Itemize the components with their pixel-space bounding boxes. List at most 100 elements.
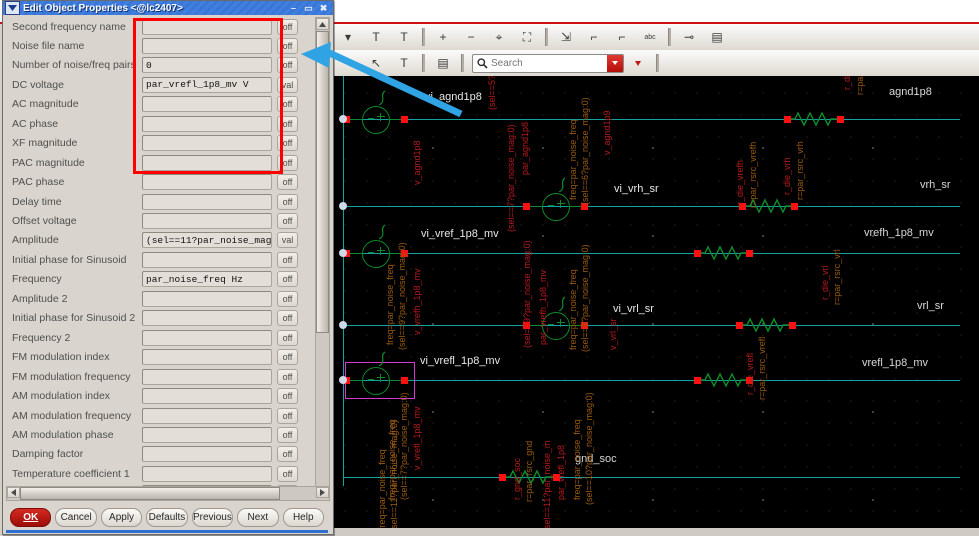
maximize-button[interactable]: ▭ — [302, 2, 315, 14]
property-mode-button[interactable]: off — [277, 388, 298, 405]
net-label: vrh_sr — [920, 179, 951, 191]
property-label: Delay time — [12, 195, 62, 208]
property-label: Number of noise/freq pairs — [12, 59, 136, 72]
pointer-arrow-callout — [301, 42, 463, 118]
voltage-source-symbol[interactable] — [542, 193, 570, 221]
property-row: FM modulation frequency off — [12, 367, 312, 386]
dialog-title-bar[interactable]: Edit Object Properties <@lc2407> – ▭ ✖ — [3, 1, 333, 15]
property-mode-button[interactable]: off — [277, 251, 298, 268]
scroll-up-arrow[interactable] — [316, 18, 329, 30]
search-options-button[interactable] — [625, 51, 651, 75]
property-input[interactable] — [142, 290, 272, 307]
terminal-pin — [791, 203, 798, 210]
ok-button-label: OK — [23, 511, 39, 523]
parameter-annotation: v_agnd1p8 — [412, 140, 422, 185]
property-mode-button[interactable]: off — [277, 426, 298, 443]
hierarchy-descend-button[interactable]: ⇲ — [553, 25, 579, 49]
property-mode-button[interactable]: off — [277, 213, 298, 229]
property-mode-button[interactable]: off — [277, 193, 298, 210]
parameter-annotation: r=par_rsrc_gnd — [524, 440, 534, 502]
property-row: Delay time off — [12, 192, 312, 211]
label-abc-button[interactable]: abc — [637, 25, 663, 49]
properties-icon: ▤ — [711, 30, 723, 44]
scroll-left-arrow[interactable] — [7, 487, 20, 498]
property-input[interactable] — [142, 329, 272, 346]
parameter-annotation: (sel==11?par_noise_mag:0) — [389, 420, 399, 528]
voltage-source-symbol[interactable] — [362, 367, 390, 395]
property-mode-button[interactable]: off — [277, 349, 298, 366]
terminal-pin — [736, 322, 743, 329]
probe-button[interactable]: ⊸ — [676, 25, 702, 49]
window-menu-icon[interactable] — [5, 1, 20, 15]
property-input[interactable] — [142, 388, 272, 405]
form-horizontal-scrollbar[interactable] — [6, 486, 330, 501]
search-input[interactable] — [491, 57, 591, 69]
property-mode-button[interactable]: off — [277, 310, 298, 327]
parameter-annotation: par_vrefl_1p8 — [556, 444, 566, 500]
defaults-button[interactable]: Defaults — [146, 507, 188, 527]
parameter-annotation: (sel==10?par_noise_mag:0) — [584, 392, 594, 505]
property-mode-button[interactable]: off — [277, 465, 298, 482]
schematic-canvas[interactable]: agnd1p8 vrh_sr vrefh_1p8_mv vrl_sr vrefl_1p8… — [330, 76, 979, 528]
return-up-button[interactable]: ⌐ — [581, 25, 607, 49]
property-input[interactable] — [142, 368, 272, 385]
property-label: Noise file name — [12, 39, 85, 52]
property-input[interactable] — [142, 310, 272, 327]
property-mode-button[interactable]: off — [277, 446, 298, 463]
property-label: AC phase — [12, 117, 59, 130]
terminal-pin — [401, 377, 408, 384]
search-dropdown-button[interactable] — [607, 54, 623, 72]
resistor-symbol — [790, 111, 838, 127]
apply-button[interactable]: Apply — [100, 507, 143, 527]
close-button[interactable]: ✖ — [317, 2, 330, 14]
parameter-annotation: par_vrefh_1p8_mv — [538, 269, 548, 345]
dialog-button-bar: OK Cancel Apply Defaults Previous Next H… — [6, 506, 328, 528]
property-label: Initial phase for Sinusoid 2 — [12, 312, 136, 325]
property-input[interactable] — [142, 349, 272, 366]
property-mode-button[interactable]: off — [277, 329, 298, 346]
property-mode-button[interactable]: off — [277, 368, 298, 385]
label-abc-icon: abc — [644, 33, 656, 41]
parameter-annotation: (sel==9?par_noise_mag:0) — [522, 240, 532, 348]
property-mode-button[interactable]: off — [277, 407, 298, 424]
scroll-right-arrow[interactable] — [316, 487, 329, 498]
dialog-focus-underline — [6, 530, 328, 533]
zoom-fit-button[interactable]: ⛶ — [514, 25, 540, 49]
zoom-to-selection-button[interactable]: ⌖ — [486, 25, 512, 49]
property-row: AM modulation index off — [12, 387, 312, 406]
property-row: Frequency par_noise_freq Hz off — [12, 270, 312, 289]
property-input[interactable]: par_noise_freq Hz — [142, 271, 272, 288]
property-mode-button[interactable]: off — [277, 174, 298, 191]
terminal-pin — [746, 250, 753, 257]
minimize-button[interactable]: – — [287, 2, 300, 14]
property-row: Initial phase for Sinusoid off — [12, 250, 312, 269]
property-input[interactable]: (sel==11?par_noise_mag: — [142, 232, 272, 249]
parameter-annotation: (sel==6?par_noise_mag:0) — [580, 97, 590, 205]
property-input[interactable] — [142, 465, 272, 482]
ok-button[interactable]: OK — [10, 507, 52, 527]
search-box[interactable] — [472, 53, 624, 73]
help-button[interactable]: Help — [282, 507, 324, 527]
properties-button[interactable]: ▤ — [704, 25, 730, 49]
property-input[interactable] — [142, 426, 272, 443]
property-mode-button[interactable]: off — [277, 271, 298, 288]
previous-button[interactable]: Previous — [191, 507, 234, 527]
property-input[interactable] — [142, 193, 272, 210]
scroll-thumb-horizontal[interactable] — [20, 487, 280, 500]
next-button[interactable]: Next — [237, 507, 279, 527]
return-top-button[interactable]: ⌐ — [609, 25, 635, 49]
property-input[interactable] — [142, 251, 272, 268]
property-mode-button[interactable]: off — [277, 290, 298, 307]
parameter-annotation: (sel==9?par_noise_mag:0) — [397, 242, 407, 350]
cancel-button[interactable]: Cancel — [55, 507, 97, 527]
property-row: PAC phase off — [12, 173, 312, 192]
property-input[interactable] — [142, 407, 272, 424]
hierarchy-descend-icon: ⇲ — [560, 30, 572, 44]
property-value: par_noise_freq Hz — [146, 273, 243, 285]
property-input[interactable] — [142, 174, 272, 191]
property-input[interactable] — [142, 446, 272, 463]
value-fields-highlight-rectangle — [133, 18, 283, 174]
net-wire — [343, 380, 960, 381]
property-input[interactable] — [142, 213, 272, 229]
property-mode-button[interactable]: val — [277, 232, 298, 249]
